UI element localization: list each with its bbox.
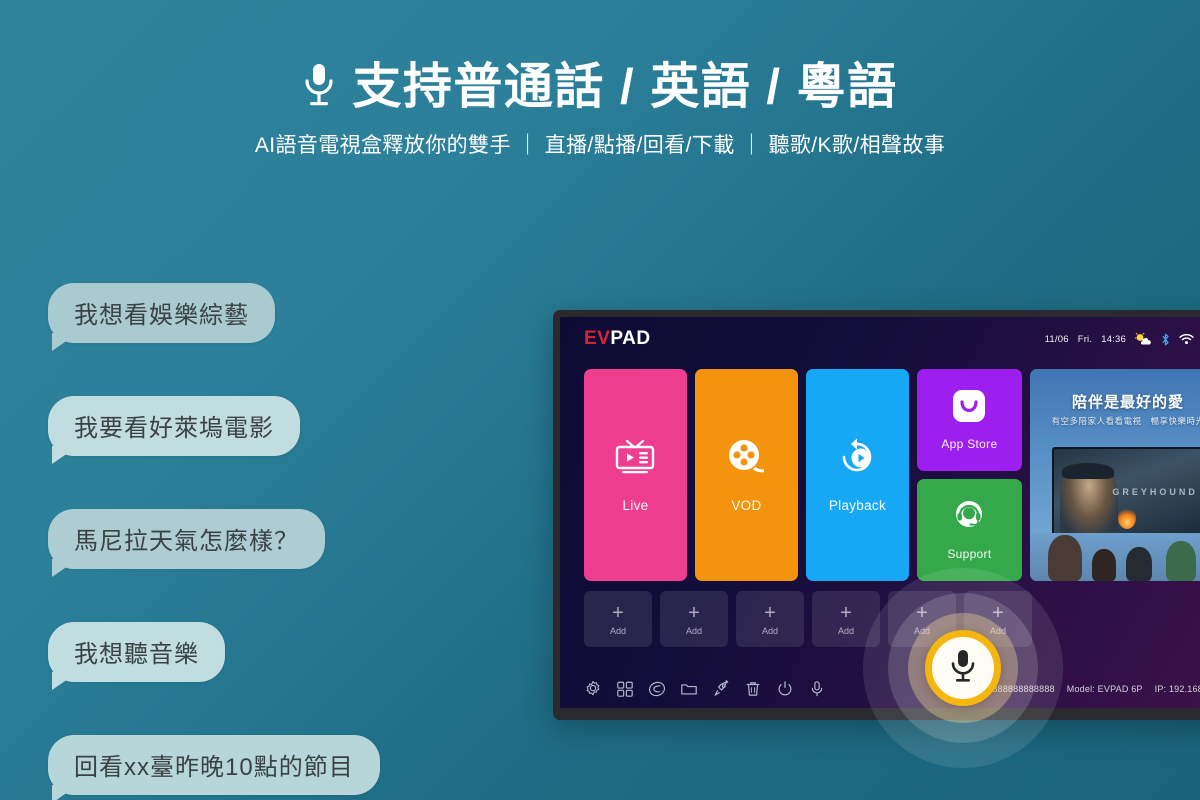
speech-bubble: 我想看娛樂綜藝 bbox=[48, 283, 275, 343]
wifi-icon bbox=[1179, 333, 1194, 345]
rocket-boost-icon[interactable] bbox=[712, 680, 730, 698]
status-weekday: Fri. bbox=[1077, 333, 1093, 345]
plus-icon: + bbox=[612, 601, 624, 624]
tile-label: App Store bbox=[941, 437, 998, 451]
tv-dock-bar: 88888888888888 Model: EVPAD 6P IP: 192.1… bbox=[584, 680, 1200, 698]
add-shortcut-tile[interactable]: + Add bbox=[964, 591, 1032, 647]
add-label: Add bbox=[837, 625, 854, 636]
device-model: Model: EVPAD 6P bbox=[1066, 684, 1143, 694]
add-label: Add bbox=[609, 625, 626, 636]
power-icon[interactable] bbox=[776, 680, 794, 698]
list-item: 馬尼拉天氣怎麼樣？ bbox=[48, 509, 478, 569]
device-ip: IP: 192.168.25 bbox=[1154, 684, 1200, 694]
poster-title-text: GREYHOUND bbox=[1112, 487, 1198, 497]
tile-live[interactable]: Live bbox=[584, 369, 687, 581]
device-serial: 88888888888888 bbox=[981, 684, 1055, 694]
title-row: 支持普通話 / 英語 / 粵語 bbox=[0, 60, 1200, 114]
status-area: 11/06 Fri. 14:36 bbox=[1044, 332, 1200, 346]
tile-vod[interactable]: VOD bbox=[694, 369, 798, 581]
microphone-icon[interactable] bbox=[808, 680, 826, 698]
voice-command-examples: 我想看娛樂綜藝 我要看好萊塢電影 馬尼拉天氣怎麼樣？ 我想聽音樂 回看xx臺昨晚… bbox=[48, 283, 478, 795]
page-title: 支持普通話 / 英語 / 粵語 bbox=[352, 60, 898, 114]
film-reel-icon bbox=[725, 437, 767, 482]
tile-label: Playback bbox=[828, 498, 887, 513]
poster-cap bbox=[1061, 463, 1114, 479]
plus-icon: + bbox=[764, 601, 776, 624]
tv-screen: EVPAD 11/06 Fri. 14:36 Live VOD Playback… bbox=[560, 317, 1200, 708]
speech-bubble: 馬尼拉天氣怎麼樣？ bbox=[48, 509, 325, 569]
bluetooth-icon bbox=[1161, 333, 1170, 346]
list-item: 我要看好萊塢電影 bbox=[48, 396, 478, 456]
logo-pad: PAD bbox=[610, 328, 651, 349]
dock-icons bbox=[584, 680, 826, 698]
status-date: 11/06 bbox=[1044, 333, 1069, 345]
device-info: 88888888888888 Model: EVPAD 6P IP: 192.1… bbox=[982, 684, 1200, 694]
trash-icon[interactable] bbox=[744, 680, 762, 698]
promo-subtitle: 有空多陪家人看看電視 暢享快樂時光 bbox=[1051, 416, 1200, 426]
promo-person bbox=[1165, 541, 1196, 581]
add-shortcut-row: + Add + Add + Add + Add + Add + Add bbox=[584, 591, 1032, 647]
list-item: 我想看娛樂綜藝 bbox=[48, 283, 478, 343]
add-label: Add bbox=[913, 625, 930, 636]
home-tile-grid: Live VOD Playback App Store Support 陪伴是最… bbox=[584, 369, 1200, 581]
add-label: Add bbox=[685, 625, 702, 636]
apps-grid-icon[interactable] bbox=[616, 680, 634, 698]
tv-play-icon bbox=[614, 437, 656, 482]
promo-person bbox=[1125, 547, 1152, 581]
speech-bubble: 我要看好萊塢電影 bbox=[48, 396, 300, 456]
replay-play-icon bbox=[836, 437, 878, 482]
tile-label: Support bbox=[947, 547, 992, 561]
poster-flame bbox=[1117, 507, 1136, 529]
secondary-tile-column: App Store Support bbox=[916, 369, 1022, 581]
add-shortcut-tile[interactable]: + Add bbox=[888, 591, 956, 647]
plus-icon: + bbox=[992, 601, 1004, 624]
status-time: 14:36 bbox=[1101, 333, 1126, 345]
add-label: Add bbox=[989, 625, 1006, 636]
header: 支持普通話 / 英語 / 粵語 AI語音電視盒釋放你的雙手 ｜ 直播/點播/回看… bbox=[0, 0, 1200, 159]
headset-agent-icon bbox=[952, 499, 986, 538]
add-shortcut-tile[interactable]: + Add bbox=[584, 591, 652, 647]
page-subtitle: AI語音電視盒釋放你的雙手 ｜ 直播/點播/回看/下載 ｜ 聽歌/K歌/相聲故事 bbox=[254, 134, 946, 158]
tile-support[interactable]: Support bbox=[916, 479, 1022, 581]
promo-title: 陪伴是最好的愛 bbox=[1071, 394, 1184, 411]
plus-icon: + bbox=[916, 601, 928, 624]
weather-sun-cloud-icon bbox=[1135, 332, 1152, 346]
smile-app-icon bbox=[952, 389, 986, 428]
promo-person bbox=[1047, 535, 1082, 581]
tv-status-bar: EVPAD 11/06 Fri. 14:36 bbox=[560, 317, 1200, 361]
tile-app-store[interactable]: App Store bbox=[916, 369, 1022, 471]
plus-icon: + bbox=[688, 601, 700, 624]
speech-bubble: 回看xx臺昨晚10點的節目 bbox=[48, 735, 380, 795]
tv-device: EVPAD 11/06 Fri. 14:36 Live VOD Playback… bbox=[553, 310, 1200, 720]
promo-person bbox=[1091, 549, 1116, 581]
add-label: Add bbox=[761, 625, 778, 636]
list-item: 回看xx臺昨晚10點的節目 bbox=[48, 735, 478, 795]
promo-couch bbox=[1029, 533, 1200, 581]
tile-label: VOD bbox=[731, 498, 762, 513]
tile-label: Live bbox=[622, 498, 649, 513]
promo-poster: GREYHOUND bbox=[1051, 447, 1200, 537]
speech-bubble: 我想聽音樂 bbox=[48, 622, 225, 682]
browser-icon[interactable] bbox=[648, 680, 666, 698]
list-item: 我想聽音樂 bbox=[48, 622, 478, 682]
logo-ev: EV bbox=[584, 328, 611, 349]
microphone-icon bbox=[302, 62, 336, 113]
folder-icon[interactable] bbox=[680, 680, 698, 698]
add-shortcut-tile[interactable]: + Add bbox=[736, 591, 804, 647]
settings-gear-icon[interactable] bbox=[584, 680, 602, 698]
plus-icon: + bbox=[840, 601, 852, 624]
promo-banner[interactable]: 陪伴是最好的愛 有空多陪家人看看電視 暢享快樂時光 GREYHOUND bbox=[1029, 369, 1200, 581]
add-shortcut-tile[interactable]: + Add bbox=[660, 591, 728, 647]
evpad-logo: EVPAD bbox=[584, 328, 651, 350]
add-shortcut-tile[interactable]: + Add bbox=[812, 591, 880, 647]
tile-playback[interactable]: Playback bbox=[805, 369, 909, 581]
page-root: 支持普通話 / 英語 / 粵語 AI語音電視盒釋放你的雙手 ｜ 直播/點播/回看… bbox=[0, 0, 1200, 800]
